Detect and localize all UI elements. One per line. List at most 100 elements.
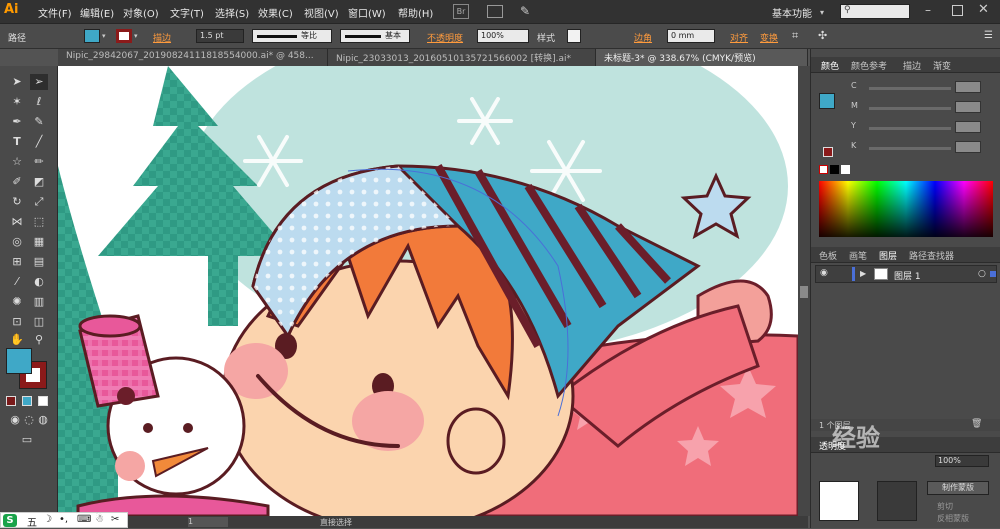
draw-inside-icon[interactable]: ◍	[34, 412, 52, 428]
menu-select[interactable]: 选择(S)	[215, 5, 249, 20]
magic-wand-tool-icon[interactable]: ✶	[8, 94, 26, 110]
slider-c[interactable]: C	[851, 81, 991, 95]
ime-mode[interactable]: 五	[27, 514, 37, 529]
stroke-label[interactable]: 描边	[153, 31, 171, 44]
artboard-canvas[interactable]	[58, 66, 798, 516]
menu-file[interactable]: 文件(F)	[38, 5, 72, 20]
menu-help[interactable]: 帮助(H)	[398, 5, 433, 20]
perspective-grid-tool-icon[interactable]: ▦	[30, 234, 48, 250]
tab-document-1[interactable]: Nipic_29842067_20190824111818554000.ai* …	[58, 49, 328, 66]
tab-layers[interactable]: 图层	[879, 249, 897, 262]
target-icon[interactable]: ○	[978, 269, 986, 279]
artboard-tool-icon[interactable]: ⊡	[8, 314, 26, 330]
tab-pathfinder[interactable]: 路径查找器	[909, 249, 954, 262]
color-stroke-swatch[interactable]	[823, 147, 833, 157]
panel-menu-icon[interactable]: ☰	[984, 30, 993, 41]
layer-row[interactable]: ◉ ▶ 图层 1 ○	[815, 265, 997, 283]
slider-y[interactable]: Y	[851, 121, 991, 135]
black-swatch[interactable]	[830, 165, 839, 174]
opacity-label[interactable]: 不透明度	[427, 31, 463, 44]
column-graph-tool-icon[interactable]: ▥	[30, 294, 48, 310]
blend-tool-icon[interactable]: ◐	[30, 274, 48, 290]
symbol-sprayer-tool-icon[interactable]: ✺	[8, 294, 26, 310]
invert-mask-checkbox[interactable]: 反相蒙版	[937, 513, 969, 524]
corner-label[interactable]: 边角	[634, 31, 652, 44]
page-field[interactable]: 1	[188, 517, 228, 527]
maximize-icon[interactable]	[952, 5, 963, 16]
menu-view[interactable]: 视图(V)	[304, 5, 339, 20]
search-input[interactable]: ⚲	[840, 4, 910, 19]
gpu-icon[interactable]: ✎	[520, 4, 530, 18]
screen-mode-icon[interactable]: ▭	[18, 432, 36, 448]
mesh-tool-icon[interactable]: ⊞	[8, 254, 26, 270]
trash-icon[interactable]: 🗑	[971, 419, 982, 429]
fill-swatch[interactable]	[84, 29, 100, 43]
color-spectrum[interactable]	[819, 181, 993, 237]
stroke-swatch[interactable]	[116, 29, 132, 43]
direct-selection-tool-icon[interactable]: ➢	[30, 74, 48, 90]
clip-checkbox[interactable]: 剪切	[937, 501, 953, 512]
tab-document-2[interactable]: Nipic_23033013_20160510135721566002 [转换]…	[328, 49, 596, 66]
eye-icon[interactable]: ◉	[820, 268, 828, 278]
pen-tool-icon[interactable]: ✒	[8, 114, 26, 130]
chevron-down-icon[interactable]: ▾	[820, 8, 824, 17]
slider-k[interactable]: K	[851, 141, 991, 155]
menu-object[interactable]: 对象(O)	[123, 5, 159, 20]
minimize-icon[interactable]: –	[925, 3, 941, 19]
pencil-tool-icon[interactable]: ✐	[8, 174, 26, 190]
hand-tool-icon[interactable]: ✋	[8, 332, 26, 348]
rotate-tool-icon[interactable]: ↻	[8, 194, 26, 210]
menu-type[interactable]: 文字(T)	[170, 5, 204, 20]
type-tool-icon[interactable]: T	[8, 134, 26, 150]
tab-color[interactable]: 颜色	[821, 59, 839, 72]
isolate-icon[interactable]: ⌗	[792, 29, 798, 43]
slice-tool-icon[interactable]: ◫	[30, 314, 48, 330]
menu-window[interactable]: 窗口(W)	[348, 5, 386, 20]
lasso-tool-icon[interactable]: ℓ	[30, 94, 48, 110]
user-icon[interactable]: ☃	[95, 514, 104, 525]
star-tool-icon[interactable]: ☆	[8, 154, 26, 170]
opacity-field[interactable]: 100%	[477, 29, 529, 43]
selection-tool-icon[interactable]: ➤	[8, 74, 26, 90]
line-tool-icon[interactable]: ╱	[30, 134, 48, 150]
fill-color-swatch[interactable]	[6, 348, 32, 374]
expand-arrow-icon[interactable]: ▶	[860, 269, 866, 278]
align-link[interactable]: 对齐	[730, 31, 748, 44]
brush-definition[interactable]: 基本	[340, 29, 410, 43]
curvature-tool-icon[interactable]: ✎	[30, 114, 48, 130]
selection-indicator[interactable]	[990, 271, 996, 277]
gradient-tool-icon[interactable]: ▤	[30, 254, 48, 270]
tab-color-guide[interactable]: 颜色参考	[851, 59, 887, 72]
vertical-scrollbar[interactable]	[798, 66, 810, 516]
wrench-icon[interactable]: ✂	[111, 514, 119, 525]
moon-icon[interactable]: ☽	[43, 514, 52, 525]
workspace-switcher[interactable]: 基本功能	[772, 5, 812, 20]
transform-link[interactable]: 变换	[760, 31, 778, 44]
tab-stroke[interactable]: 描边	[903, 59, 921, 72]
scrollbar-thumb[interactable]	[800, 286, 808, 298]
punctuation-icon[interactable]: •,	[59, 514, 68, 525]
gradient-mode-icon[interactable]	[22, 396, 32, 406]
menu-edit[interactable]: 编辑(E)	[80, 5, 114, 20]
free-transform-tool-icon[interactable]: ⬚	[30, 214, 48, 230]
none-swatch[interactable]	[819, 165, 828, 174]
close-icon[interactable]: ✕	[978, 2, 989, 17]
sogou-logo[interactable]: S	[3, 514, 17, 527]
scale-tool-icon[interactable]: ⤢	[30, 194, 48, 210]
menu-effect[interactable]: 效果(C)	[258, 5, 293, 20]
color-fill-swatch[interactable]	[819, 93, 835, 109]
layer-name[interactable]: 图层 1	[894, 269, 921, 282]
chevron-down-icon[interactable]: ▾	[134, 32, 138, 40]
tab-gradient[interactable]: 渐变	[933, 59, 951, 72]
zoom-tool-icon[interactable]: ⚲	[30, 332, 48, 348]
tab-brushes[interactable]: 画笔	[849, 249, 867, 262]
paintbrush-tool-icon[interactable]: ✏	[30, 154, 48, 170]
white-swatch[interactable]	[841, 165, 850, 174]
shape-builder-tool-icon[interactable]: ◎	[8, 234, 26, 250]
slider-m[interactable]: M	[851, 101, 991, 115]
keyboard-icon[interactable]: ⌨	[77, 514, 91, 525]
transparency-opacity-field[interactable]: 100%	[935, 455, 989, 467]
recolor-icon[interactable]: ✣	[818, 29, 827, 42]
tab-document-3[interactable]: 未标题-3* @ 338.67% (CMYK/预览)	[596, 49, 808, 66]
make-mask-button[interactable]: 制作蒙版	[927, 481, 989, 495]
